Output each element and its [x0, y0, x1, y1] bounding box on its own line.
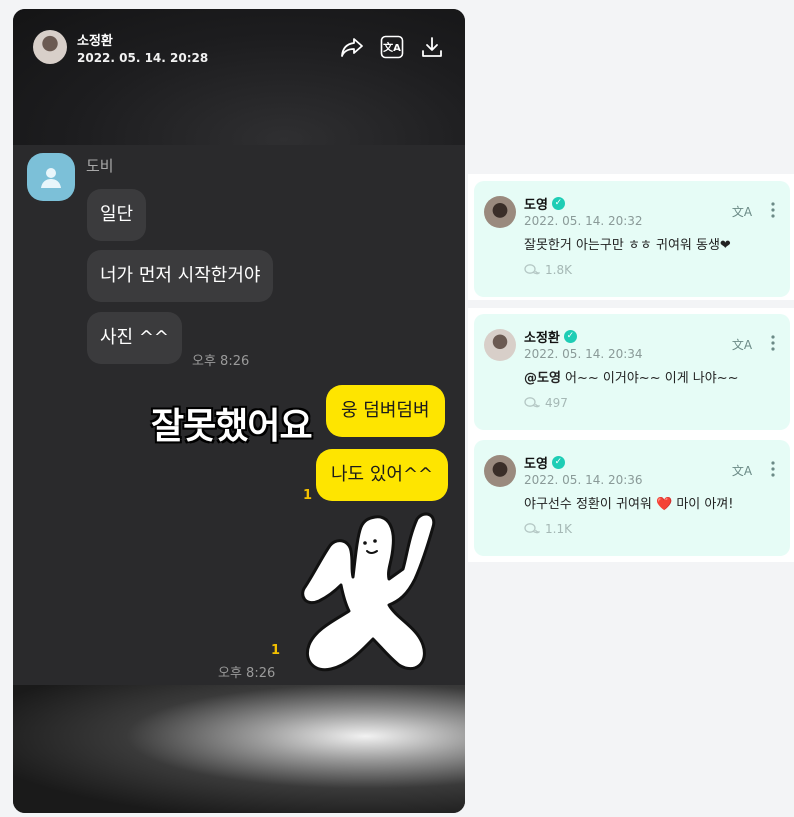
translate-icon[interactable]: 文A [732, 201, 752, 221]
author-info: 소정환 2022. 05. 14. 20:28 [77, 30, 208, 65]
reply-count[interactable]: 1.1K [524, 522, 572, 536]
commenter-name-text: 소정환 [524, 331, 560, 346]
download-icon[interactable] [419, 34, 445, 60]
unread-count: 1 [303, 488, 313, 503]
more-icon[interactable] [770, 334, 776, 352]
commenter-name-text: 도영 [524, 457, 548, 472]
blurred-background-bottom [13, 685, 465, 813]
reply-count[interactable]: 497 [524, 396, 568, 410]
verified-icon: ✓ [551, 197, 565, 210]
message-time: 오후 8:26 [218, 666, 276, 681]
verified-icon: ✓ [563, 330, 577, 343]
received-message: 일단 [87, 189, 147, 241]
page: 소정환 2022. 05. 14. 20:28 文A 도비 일단 너가 먼저 시… [0, 0, 794, 817]
comment-date: 2022. 05. 14. 20:32 [524, 214, 643, 228]
reply-count-text: 1.8K [545, 263, 572, 277]
post-date: 2022. 05. 14. 20:28 [77, 50, 209, 65]
reply-icon [524, 397, 540, 408]
comment-body: 어~~ 이거야~~ 이게 나야~~ [560, 371, 739, 386]
comment-text: 잘못한거 아는구만 ㅎㅎ 귀여워 동생❤ [524, 234, 731, 253]
received-message: 사진 ^^ [87, 312, 183, 364]
author-avatar[interactable] [33, 30, 67, 64]
reply-count[interactable]: 1.8K [524, 263, 572, 277]
commenter-name[interactable]: 도영 ✓ [524, 453, 565, 472]
chat-screenshot: 도비 일단 너가 먼저 시작한거야 사진 ^^ 오후 8:26 웅 덤벼덤벼 잘… [13, 145, 465, 685]
post-card: 소정환 2022. 05. 14. 20:28 文A 도비 일단 너가 먼저 시… [13, 9, 465, 813]
received-message: 너가 먼저 시작한거야 [87, 250, 274, 302]
svg-text:文A: 文A [732, 204, 752, 219]
translate-icon[interactable]: 文A [732, 334, 752, 354]
post-header: 소정환 2022. 05. 14. 20:28 文A [13, 9, 465, 85]
commenter-name[interactable]: 도영 ✓ [524, 194, 565, 213]
comment-body: 잘못한거 아는구만 ㅎㅎ 귀여워 동생❤ [524, 238, 731, 253]
comment-item[interactable]: 도영 ✓ 2022. 05. 14. 20:32 잘못한거 아는구만 ㅎㅎ 귀여… [474, 181, 790, 297]
comment-item[interactable]: 도영 ✓ 2022. 05. 14. 20:36 야구선수 정환이 귀여워 ❤️… [474, 440, 790, 556]
svg-text:文A: 文A [732, 337, 752, 352]
sticker-image [301, 512, 436, 672]
commenter-name[interactable]: 소정환 ✓ [524, 327, 577, 346]
comment-date: 2022. 05. 14. 20:34 [524, 347, 643, 361]
reply-count-text: 1.1K [545, 522, 572, 536]
comment-item[interactable]: 소정환 ✓ 2022. 05. 14. 20:34 @도영 어~~ 이거야~~ … [474, 314, 790, 430]
reply-count-text: 497 [545, 396, 568, 410]
message-time: 오후 8:26 [192, 354, 250, 369]
more-icon[interactable] [770, 460, 776, 478]
author-name[interactable]: 소정환 [77, 30, 208, 49]
svg-text:文A: 文A [732, 463, 752, 478]
commenter-avatar[interactable] [484, 196, 516, 228]
comment-body: 야구선수 정환이 귀여워 ❤️ 마이 아껴! [524, 497, 734, 512]
sent-message: 나도 있어^^ [316, 449, 449, 501]
comment-text: 야구선수 정환이 귀여워 ❤️ 마이 아껴! [524, 493, 734, 512]
more-icon[interactable] [770, 201, 776, 219]
reply-icon [524, 264, 540, 275]
unread-count: 1 [271, 643, 281, 658]
overlay-caption: 잘못했어요 [151, 406, 313, 447]
reply-icon [524, 523, 540, 534]
comment-mention[interactable]: @도영 [524, 371, 561, 386]
verified-icon: ✓ [551, 456, 565, 469]
comment-text: @도영 어~~ 이거야~~ 이게 나야~~ [524, 367, 739, 386]
translate-icon[interactable]: 文A [732, 460, 752, 480]
commenter-avatar[interactable] [484, 329, 516, 361]
translate-icon[interactable]: 文A [379, 34, 405, 60]
post-actions: 文A [339, 34, 445, 60]
commenter-avatar[interactable] [484, 455, 516, 487]
share-icon[interactable] [339, 34, 365, 60]
commenter-name-text: 도영 [524, 198, 548, 213]
comment-date: 2022. 05. 14. 20:36 [524, 473, 643, 487]
sent-message: 웅 덤벼덤벼 [326, 385, 445, 437]
svg-text:文A: 文A [383, 41, 401, 54]
sender-avatar [27, 153, 75, 201]
